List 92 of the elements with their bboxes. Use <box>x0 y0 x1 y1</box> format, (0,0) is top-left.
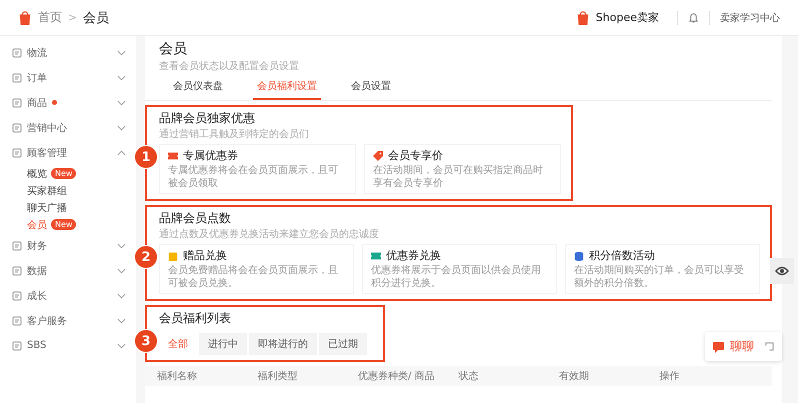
outline-square-icon <box>12 122 22 132</box>
feature-card[interactable]: 优惠券兑换 优惠券将展示于会员页面以供会员使用积分进行兑换。 <box>362 244 557 294</box>
sidebar-item[interactable]: 顾客管理 <box>12 140 126 165</box>
outline-square-icon <box>12 290 22 300</box>
sidebar-item[interactable]: 营销中心 <box>12 115 126 140</box>
card-title: 优惠券兑换 <box>386 248 441 263</box>
filter-tab[interactable]: 即将进行的 <box>249 333 317 355</box>
new-badge: New <box>51 168 76 179</box>
sidebar-item[interactable]: 财务 <box>12 233 126 258</box>
outline-square-icon <box>12 340 22 350</box>
chevron-icon <box>117 74 126 80</box>
sidebar-item[interactable]: 客户服务 <box>12 308 126 333</box>
eye-icon <box>775 266 789 276</box>
card-description: 在活动期间购买的订单，会员可以享受额外的积分倍数。 <box>574 265 745 290</box>
side-handle[interactable] <box>770 258 794 284</box>
chevron-icon <box>117 242 126 248</box>
feature-card[interactable]: 会员专享价 在活动期间，会员可在购买指定商品时享有会员专享价 <box>364 144 561 194</box>
chat-bubble-icon <box>713 340 725 352</box>
tab[interactable]: 会员仪表盘 <box>169 76 227 100</box>
learning-center-link[interactable]: 卖家学习中心 <box>720 10 780 24</box>
card-description: 在活动期间，会员可在购买指定商品时享有会员专享价 <box>373 165 544 190</box>
outline-square-icon <box>12 148 22 158</box>
chevron-icon <box>117 342 126 348</box>
card-description: 会员免费赠品将会在会员页面展示，且可被会员兑换。 <box>168 265 339 290</box>
chevron-icon <box>117 150 126 156</box>
chevron-icon <box>117 50 126 56</box>
section-title: 会员福利列表 <box>159 310 232 327</box>
page-title: 会员 <box>158 40 188 58</box>
breadcrumb-link[interactable]: 首页 <box>38 9 62 26</box>
card-description: 专属优惠券将会在会员页面展示，且可被会员领取 <box>168 165 339 190</box>
number-badge: 3 <box>134 329 158 353</box>
bell-icon[interactable] <box>688 11 699 24</box>
number-badge: 2 <box>134 245 158 269</box>
sidebar-subitem[interactable]: 买家群组 <box>27 184 67 198</box>
new-badge: New <box>51 219 76 230</box>
section-title: 品牌会员点数 <box>159 210 232 227</box>
column-header: 状态 <box>458 370 480 383</box>
outline-square-icon <box>12 266 22 276</box>
column-header: 优惠券种类/ 商品 <box>358 370 436 383</box>
ticket-icon <box>371 250 381 260</box>
tab[interactable]: 会员福利设置 <box>253 76 321 100</box>
section-subtitle: 通过点数及优惠券兑换活动来建立您会员的忠诚度 <box>159 228 380 241</box>
ticket-icon <box>168 150 178 160</box>
filter-tab[interactable]: 已过期 <box>319 333 367 355</box>
sidebar-subitem[interactable]: 会员 <box>27 218 47 232</box>
column-header: 福利名称 <box>157 370 198 383</box>
sidebar-subitem[interactable]: 概览 <box>27 166 47 180</box>
card-title: 赠品兑换 <box>183 248 227 263</box>
column-header: 操作 <box>660 370 680 383</box>
outline-square-icon <box>12 316 22 326</box>
outline-square-icon <box>12 72 22 82</box>
card-title: 积分倍数活动 <box>589 248 655 263</box>
breadcrumb-link[interactable]: 会员 <box>83 8 110 26</box>
chat-label: 聊聊 <box>730 338 754 355</box>
sidebar-item[interactable]: 商品 <box>12 90 126 115</box>
card-title: 专属优惠券 <box>183 148 238 163</box>
breadcrumb-separator: > <box>68 11 78 24</box>
column-header: 有效期 <box>559 370 590 383</box>
sidebar-item[interactable]: 物流 <box>12 40 126 65</box>
feature-card[interactable]: 专属优惠券 专属优惠券将会在会员页面展示，且可被会员领取 <box>159 144 356 194</box>
card-title: 会员专享价 <box>388 148 443 163</box>
number-badge: 1 <box>134 145 158 169</box>
outline-square-icon <box>12 48 22 58</box>
price-tag-icon <box>373 150 383 160</box>
outline-square-icon <box>12 98 22 108</box>
chevron-icon <box>117 292 126 298</box>
outline-square-icon <box>12 240 22 250</box>
shopping-bag-logo-icon[interactable] <box>18 10 32 26</box>
sidebar-item[interactable]: 数据 <box>12 258 126 283</box>
filter-tab[interactable]: 进行中 <box>199 333 247 355</box>
chevron-icon <box>117 100 126 106</box>
brand-name: Shopee卖家 <box>596 10 659 25</box>
chat-widget[interactable]: 聊聊 <box>705 332 782 361</box>
tab[interactable]: 会员设置 <box>347 76 395 100</box>
card-description: 优惠券将展示于会员页面以供会员使用积分进行兑换。 <box>371 265 542 290</box>
page-subtitle: 查看会员状态以及配置会员设置 <box>158 60 300 73</box>
coin-stack-icon <box>574 250 584 260</box>
shopping-bag-logo-icon <box>576 10 590 26</box>
sidebar-item[interactable]: 成长 <box>12 283 126 308</box>
sidebar-subitem[interactable]: 聊天广播 <box>27 200 67 214</box>
gift-icon <box>168 250 178 260</box>
column-header: 福利类型 <box>258 370 298 383</box>
sidebar-item[interactable]: 订单 <box>12 65 126 90</box>
section-title: 品牌会员独家优惠 <box>159 110 256 127</box>
feature-card[interactable]: 积分倍数活动 在活动期间购买的订单，会员可以享受额外的积分倍数。 <box>565 244 760 294</box>
section-subtitle: 通过营销工具触及到特定的会员们 <box>159 128 310 141</box>
feature-card[interactable]: 赠品兑换 会员免费赠品将会在会员页面展示，且可被会员兑换。 <box>159 244 354 294</box>
sidebar-item[interactable]: SBS <box>12 333 126 358</box>
minimize-icon[interactable] <box>765 342 774 351</box>
chevron-icon <box>117 124 126 130</box>
chevron-icon <box>117 318 126 324</box>
chevron-icon <box>117 268 126 274</box>
